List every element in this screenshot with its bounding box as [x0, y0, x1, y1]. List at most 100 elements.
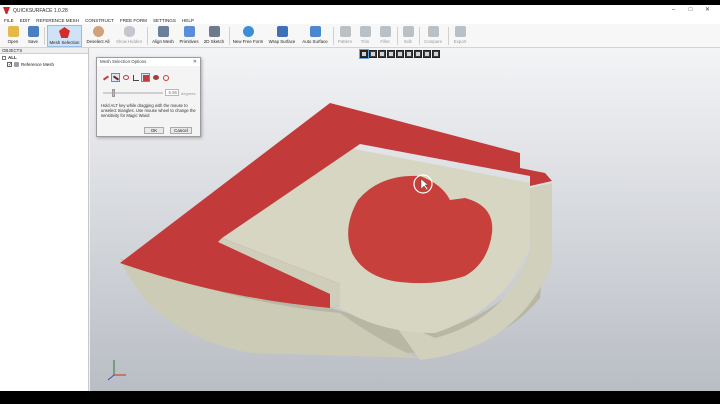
ribbon-separator — [419, 27, 420, 45]
maximize-button[interactable]: □ — [682, 5, 699, 16]
new-free-form-label: New Free Form — [232, 39, 264, 44]
minimize-button[interactable]: – — [665, 5, 682, 16]
cancel-button[interactable]: Cancel — [170, 127, 192, 134]
sensitivity-unit: degrees — [181, 91, 196, 96]
mesh-selection-button[interactable]: Mesh Selection — [47, 25, 82, 47]
sensitivity-value-field[interactable]: 5.96 — [165, 89, 179, 96]
2d-sketch-button[interactable]: 2D Sketch — [203, 25, 225, 47]
pattern-button[interactable]: Pattern — [336, 25, 354, 47]
primitives-button[interactable]: Primitives — [178, 25, 200, 47]
wrap-icon — [276, 26, 288, 37]
app-window: QUICKSURFACE 1.0.28 – □ ✕ FILE EDIT REFE… — [0, 5, 720, 391]
window-controls: – □ ✕ — [665, 5, 716, 16]
export-label: Export — [453, 39, 467, 44]
smart-brush-tool-button[interactable] — [111, 73, 120, 82]
tree-expander-icon[interactable] — [2, 55, 6, 60]
wrap-surface-button[interactable]: Wrap Surface — [267, 25, 297, 47]
compare-label: Compare — [423, 39, 443, 44]
compare-icon — [427, 26, 439, 37]
selection-tools — [101, 73, 170, 82]
menu-bar: FILE EDIT REFERENCE MESH CONSTRUCT FREE … — [0, 16, 720, 24]
grow-icon — [152, 75, 159, 80]
menu-file[interactable]: FILE — [4, 18, 14, 23]
lasso-tool-button[interactable] — [121, 73, 130, 82]
app-title: QUICKSURFACE 1.0.28 — [13, 7, 68, 14]
sensitivity-slider[interactable] — [103, 89, 163, 97]
tree-item-reference-mesh-label: Reference Mesh — [21, 62, 55, 67]
compare-button[interactable]: Compare — [422, 25, 444, 47]
dialog-help-text: Hold ALT key while dragging with the mou… — [101, 103, 196, 118]
open-button[interactable]: Open — [4, 25, 22, 47]
ribbon-separator — [333, 27, 334, 45]
edit-icon — [402, 26, 414, 37]
align-icon — [157, 26, 169, 37]
menu-settings[interactable]: SETTINGS — [153, 18, 176, 23]
primitives-label: Primitives — [179, 39, 199, 44]
align-mesh-button[interactable]: Align Mesh — [150, 25, 176, 47]
magic-wand-tool-button[interactable] — [141, 73, 150, 82]
sensitivity-slider-thumb[interactable] — [112, 89, 115, 97]
export-icon — [454, 26, 466, 37]
eye-icon — [123, 26, 135, 37]
deselect-all-label: Deselect All — [86, 39, 110, 44]
grow-selection-button[interactable] — [151, 73, 160, 82]
edit-button[interactable]: Edit — [400, 25, 416, 47]
objects-panel: OBJECTS ALL ✓ Reference Mesh — [0, 48, 89, 391]
mesh-selection-label: Mesh Selection — [49, 40, 80, 45]
ribbon-separator — [448, 27, 449, 45]
show-hidden-label: Show Hidden — [115, 39, 143, 44]
clear-selection-button[interactable] — [161, 73, 170, 82]
menu-edit[interactable]: EDIT — [20, 18, 30, 23]
sketch-icon — [208, 26, 220, 37]
fillet-button[interactable]: Fillet — [377, 25, 393, 47]
mesh-icon — [14, 62, 19, 67]
clear-icon — [162, 74, 169, 81]
save-button[interactable]: Save — [25, 25, 41, 47]
ribbon-toolbar: Open Save Mesh Selection Deselect All Sh… — [0, 24, 720, 48]
pattern-icon — [339, 26, 351, 37]
tree-item-reference-mesh[interactable]: ✓ Reference Mesh — [0, 61, 88, 68]
save-label: Save — [27, 39, 38, 44]
ribbon-separator — [229, 27, 230, 45]
letterbox-bottom — [0, 391, 720, 404]
2d-sketch-label: 2D Sketch — [203, 39, 225, 44]
ribbon-separator — [147, 27, 148, 45]
title-bar: QUICKSURFACE 1.0.28 – □ ✕ — [0, 5, 720, 16]
magic-wand-icon — [142, 74, 149, 81]
fillet-icon — [379, 26, 391, 37]
ribbon-separator — [397, 27, 398, 45]
trim-button[interactable]: Trim — [357, 25, 373, 47]
show-hidden-button[interactable]: Show Hidden — [114, 25, 144, 47]
new-free-form-button[interactable]: New Free Form — [232, 25, 264, 47]
auto-surface-icon — [309, 26, 321, 37]
auto-surface-label: Auto Surface — [302, 39, 328, 44]
ok-button[interactable]: OK — [144, 127, 164, 134]
tree-item-all[interactable]: ALL — [0, 54, 88, 61]
export-button[interactable]: Export — [451, 25, 469, 47]
menu-free-form[interactable]: FREE FORM — [120, 18, 147, 23]
close-button[interactable]: ✕ — [699, 5, 716, 16]
region-icon — [132, 74, 139, 81]
visibility-checkbox[interactable]: ✓ — [7, 62, 12, 68]
pattern-label: Pattern — [337, 39, 353, 44]
brush-icon — [102, 74, 109, 81]
deselect-all-button[interactable]: Deselect All — [85, 25, 111, 47]
menu-construct[interactable]: CONSTRUCT — [85, 18, 114, 23]
smart-brush-icon — [112, 74, 119, 81]
wrap-surface-label: Wrap Surface — [268, 39, 296, 44]
menu-reference-mesh[interactable]: REFERENCE MESH — [36, 18, 79, 23]
primitives-icon — [183, 26, 195, 37]
lasso-icon — [122, 75, 129, 80]
edit-label: Edit — [404, 39, 412, 44]
auto-surface-button[interactable]: Auto Surface — [300, 25, 330, 47]
app-logo-icon — [3, 7, 10, 14]
region-tool-button[interactable] — [131, 73, 140, 82]
dialog-close-button[interactable]: ✕ — [193, 58, 197, 66]
brush-tool-button[interactable] — [101, 73, 110, 82]
tree-item-all-label: ALL — [8, 55, 17, 60]
open-label: Open — [7, 39, 19, 44]
save-icon — [27, 26, 39, 37]
dialog-title: Mesh Selection Options — [97, 58, 200, 66]
menu-help[interactable]: HELP — [182, 18, 194, 23]
freeform-icon — [242, 26, 254, 37]
